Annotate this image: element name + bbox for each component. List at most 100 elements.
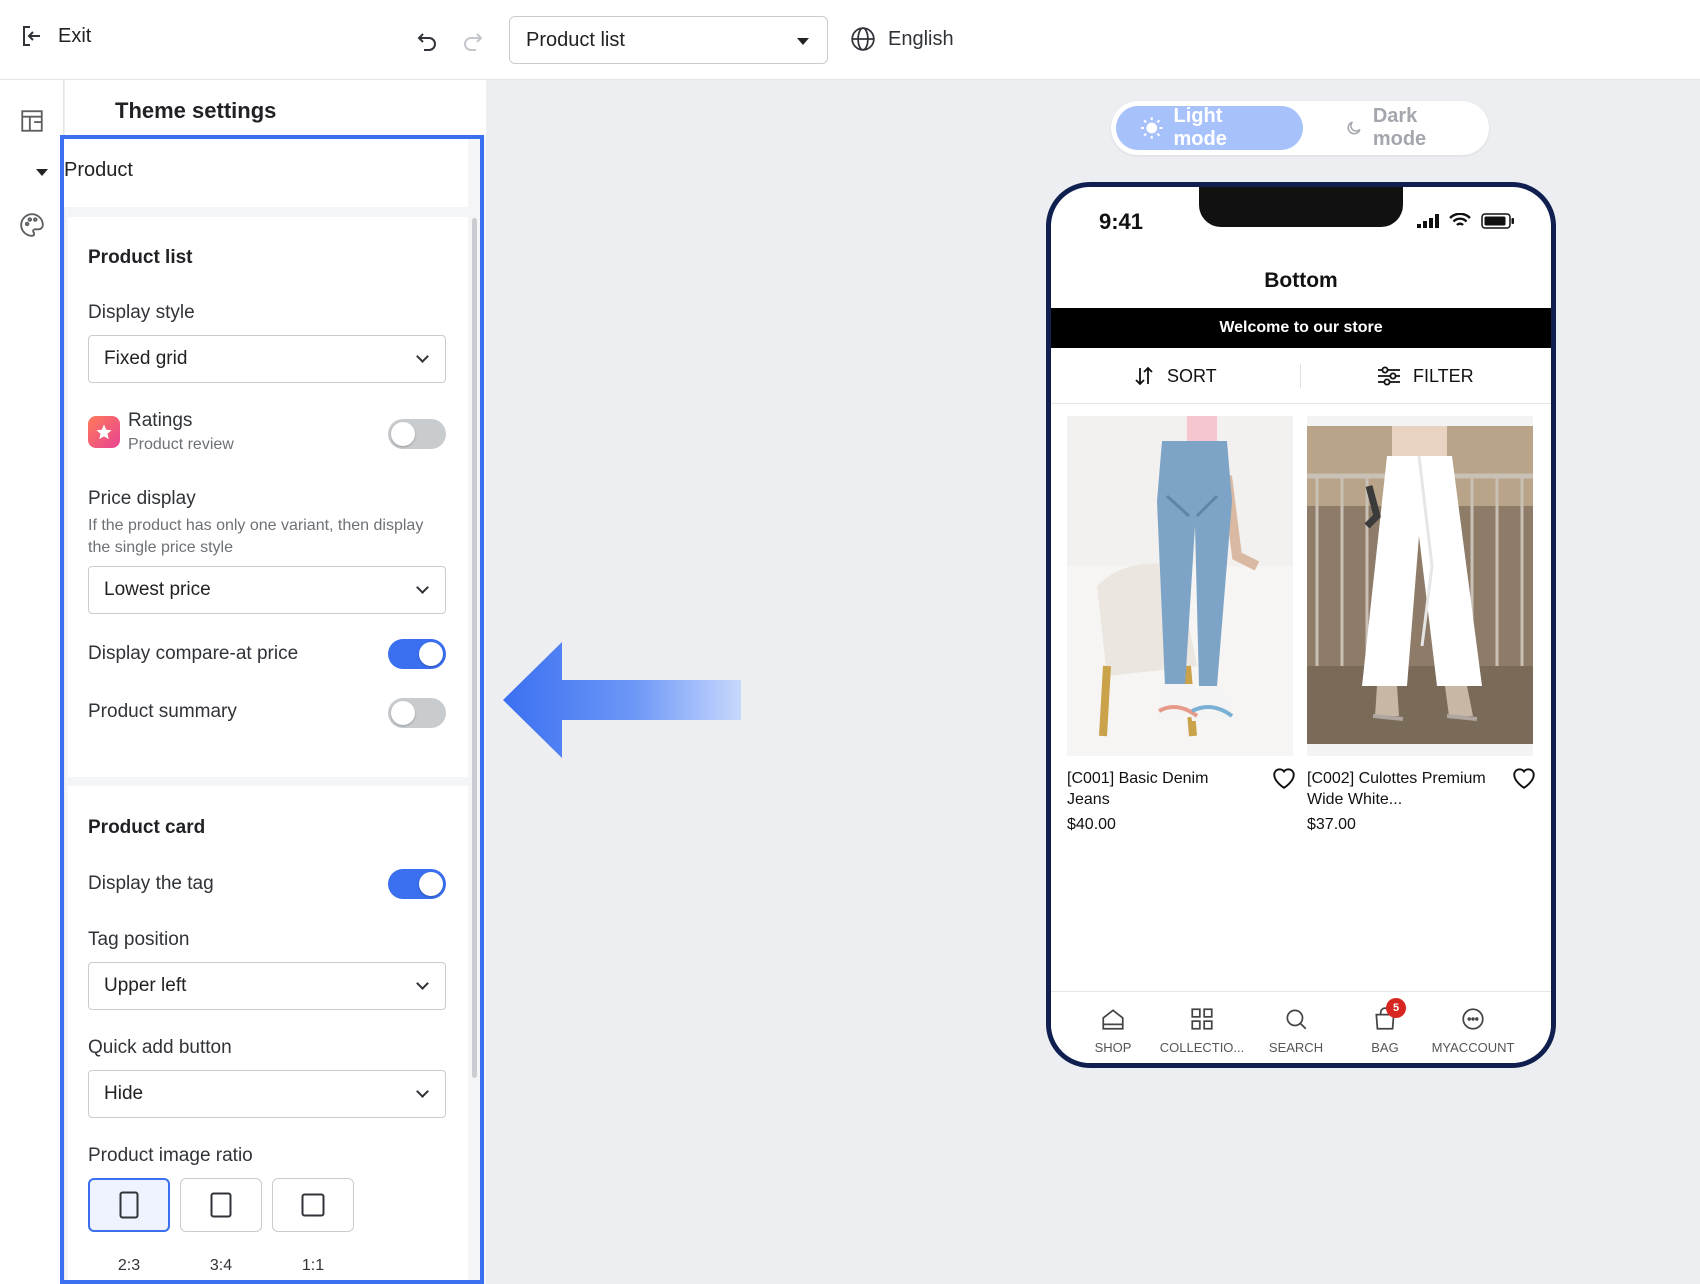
filter-button[interactable]: FILTER [1377, 365, 1474, 387]
ratio-label: 3:4 [209, 1257, 233, 1274]
product-image-jeans[interactable] [1067, 416, 1293, 756]
product-list-card: Product list Display style Fixed grid Ra… [68, 217, 468, 777]
top-bar: Exit Product list English [0, 0, 1700, 80]
sort-button[interactable]: SORT [1133, 365, 1217, 387]
language-label: English [888, 27, 954, 50]
display-tag-toggle[interactable] [388, 869, 446, 899]
quick-add-select[interactable]: Hide [88, 1070, 446, 1118]
chevron-down-icon [416, 350, 429, 363]
product-summary-label: Product summary [88, 701, 237, 722]
ratio-option-3-4[interactable] [180, 1178, 262, 1232]
panel-header: Theme settings [65, 80, 486, 136]
tag-position-label: Tag position [88, 929, 190, 950]
battery-icon [1481, 213, 1514, 229]
display-style-select[interactable]: Fixed grid [88, 335, 446, 383]
panel-scrollbar[interactable] [472, 218, 477, 1078]
preview-page-title: Bottom [1264, 269, 1338, 292]
sort-filter-bar: SORT FILTER [1051, 348, 1551, 404]
tab-label: SEARCH [1268, 1040, 1324, 1055]
price-display-value: Lowest price [104, 579, 211, 600]
rail-sections-button[interactable] [8, 98, 56, 144]
status-icons [1417, 213, 1515, 229]
ratings-title: Ratings [128, 410, 193, 431]
tab-search[interactable]: SEARCH [1248, 1006, 1344, 1055]
tab-label: MYACCOUNT [1431, 1040, 1515, 1055]
ratio-option-1-1[interactable] [272, 1178, 354, 1232]
tab-shop[interactable]: SHOP [1065, 1006, 1161, 1055]
heart-icon[interactable] [1271, 766, 1297, 790]
tab-myaccount[interactable]: MYACCOUNT [1425, 1006, 1521, 1055]
tab-bag[interactable]: 5 BAG [1337, 998, 1433, 1055]
undo-button[interactable] [412, 26, 442, 56]
display-tag-label: Display the tag [88, 873, 214, 894]
ratio-option-2-3[interactable] [88, 1178, 170, 1232]
globe-icon [851, 27, 875, 51]
product-card[interactable]: [C001] Basic Denim Jeans $40.00 [1067, 416, 1295, 833]
filter-sliders-icon [1378, 366, 1400, 386]
quick-add-label: Quick add button [88, 1037, 232, 1058]
tab-label: BAG [1371, 1040, 1399, 1055]
page-select-value: Product list [526, 28, 625, 51]
ratio-label: 1:1 [301, 1257, 325, 1274]
page-select[interactable]: Product list [509, 16, 828, 64]
signal-icon [1417, 214, 1439, 228]
display-style-label: Display style [88, 302, 195, 323]
redo-button[interactable] [458, 26, 488, 56]
grid-icon [1191, 1008, 1213, 1030]
tab-label: COLLECTIO... [1159, 1040, 1245, 1055]
chevron-down-icon [416, 977, 429, 990]
palette-icon [20, 213, 44, 237]
heart-icon[interactable] [1511, 766, 1537, 790]
product-price: $37.00 [1307, 816, 1356, 833]
language-selector[interactable]: English [850, 26, 954, 52]
status-time: 9:41 [1099, 209, 1144, 234]
tab-label: SHOP [1094, 1040, 1132, 1055]
wifi-icon [1449, 213, 1471, 226]
filter-label: FILTER [1413, 365, 1474, 386]
arrow-left-icon [503, 642, 741, 758]
ratings-subtitle: Product review [128, 436, 234, 453]
display-style-value: Fixed grid [104, 348, 188, 369]
dark-mode-label: Dark mode [1372, 105, 1427, 150]
star-icon [96, 424, 112, 440]
compare-at-label: Display compare-at price [88, 643, 299, 664]
rail-style-button[interactable] [8, 202, 56, 248]
image-ratio-label: Product image ratio [88, 1145, 253, 1166]
sort-label: SORT [1167, 365, 1217, 386]
product-name[interactable]: [C001] Basic Denim Jeans [1067, 768, 1247, 810]
light-mode-button[interactable]: Light mode [1116, 105, 1303, 150]
chevron-down-icon [416, 581, 429, 594]
moon-icon [1347, 121, 1361, 135]
product-card-heading: Product card [88, 817, 206, 838]
panel-title: Theme settings [115, 98, 277, 123]
product-section-header[interactable]: Product [4, 139, 468, 207]
icon-rail [0, 80, 64, 1284]
sort-arrows-icon [1135, 366, 1153, 386]
mode-switch: Light mode Dark mode [1111, 101, 1489, 155]
phone-notch [1199, 187, 1403, 227]
caret-down-icon [797, 38, 809, 45]
tag-position-select[interactable]: Upper left [88, 962, 446, 1010]
price-display-help: If the product has only one variant, the… [88, 517, 424, 556]
portrait-rect-icon [210, 1192, 232, 1218]
ratings-toggle[interactable] [388, 419, 446, 449]
product-image-culottes[interactable] [1307, 416, 1533, 756]
bag-count-badge: 5 [1386, 998, 1406, 1018]
ratio-label: 2:3 [117, 1257, 141, 1274]
product-list-heading: Product list [88, 247, 193, 268]
dark-mode-button[interactable]: Dark mode [1321, 105, 1489, 150]
chevron-down-icon [416, 1085, 429, 1098]
phone-preview: 9:41 Bottom Welcome to our store SORT FI… [1046, 182, 1556, 1068]
product-card-card: Product card Display the tag Tag positio… [68, 786, 468, 1284]
tab-collections[interactable]: COLLECTIO... [1154, 1006, 1250, 1055]
compare-at-toggle[interactable] [388, 639, 446, 669]
price-display-select[interactable]: Lowest price [88, 566, 446, 614]
light-mode-label: Light mode [1173, 105, 1227, 150]
product-price: $40.00 [1067, 816, 1116, 833]
collapse-triangle-icon [36, 169, 48, 176]
product-name[interactable]: [C002] Culottes Premium Wide White... [1307, 768, 1487, 810]
product-card[interactable]: [C002] Culottes Premium Wide White... $3… [1307, 416, 1535, 833]
search-icon [1286, 1009, 1307, 1030]
exit-button[interactable]: Exit [20, 24, 91, 48]
product-summary-toggle[interactable] [388, 698, 446, 728]
